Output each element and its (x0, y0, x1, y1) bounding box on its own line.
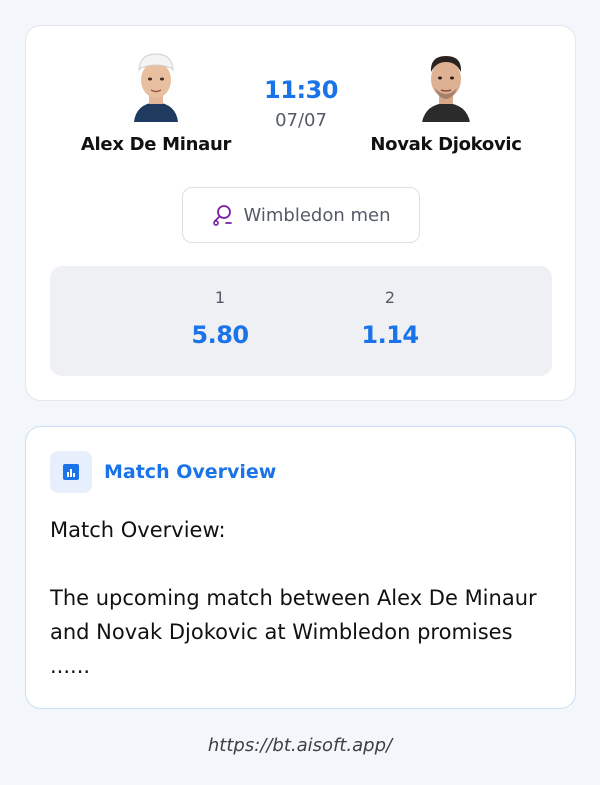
player-1-avatar (126, 48, 186, 122)
match-date: 07/07 (275, 110, 327, 131)
player-2-name: Novak Djokovic (370, 134, 522, 155)
page: Alex De Minaur 11:30 07/07 Novak Djokovi… (0, 0, 600, 785)
tournament-chip[interactable]: Wimbledon men (182, 187, 420, 243)
footer-url[interactable]: https://bt.aisoft.app/ (0, 735, 600, 756)
match-time-block: 11:30 07/07 (241, 76, 361, 131)
odd-label-2: 2 (384, 288, 396, 307)
odd-option-1[interactable]: 1 5.80 (160, 288, 280, 349)
odd-value-1: 5.80 (191, 321, 249, 349)
player-2[interactable]: Novak Djokovic (356, 48, 536, 155)
match-card[interactable]: Alex De Minaur 11:30 07/07 Novak Djokovi… (25, 25, 576, 401)
tournament-name: Wimbledon men (243, 204, 391, 226)
odd-option-2[interactable]: 2 1.14 (330, 288, 450, 349)
overview-heading: Match Overview: (50, 518, 226, 542)
tennis-racket-icon (213, 205, 233, 226)
odd-label-1: 1 (214, 288, 226, 307)
overview-header: Match Overview (50, 451, 276, 493)
overview-body: Match Overview: The upcoming match betwe… (50, 513, 550, 683)
overview-card[interactable]: Match Overview Match Overview: The upcom… (25, 426, 576, 709)
odds-panel: 1 5.80 2 1.14 (50, 266, 552, 376)
overview-text: The upcoming match between Alex De Minau… (50, 586, 537, 678)
player-2-avatar (416, 48, 476, 122)
odd-value-2: 1.14 (361, 321, 419, 349)
match-time: 11:30 (264, 76, 338, 104)
player-1-name: Alex De Minaur (80, 134, 232, 155)
bar-chart-icon (50, 451, 92, 493)
player-1[interactable]: Alex De Minaur (66, 48, 246, 155)
overview-title: Match Overview (104, 461, 277, 483)
